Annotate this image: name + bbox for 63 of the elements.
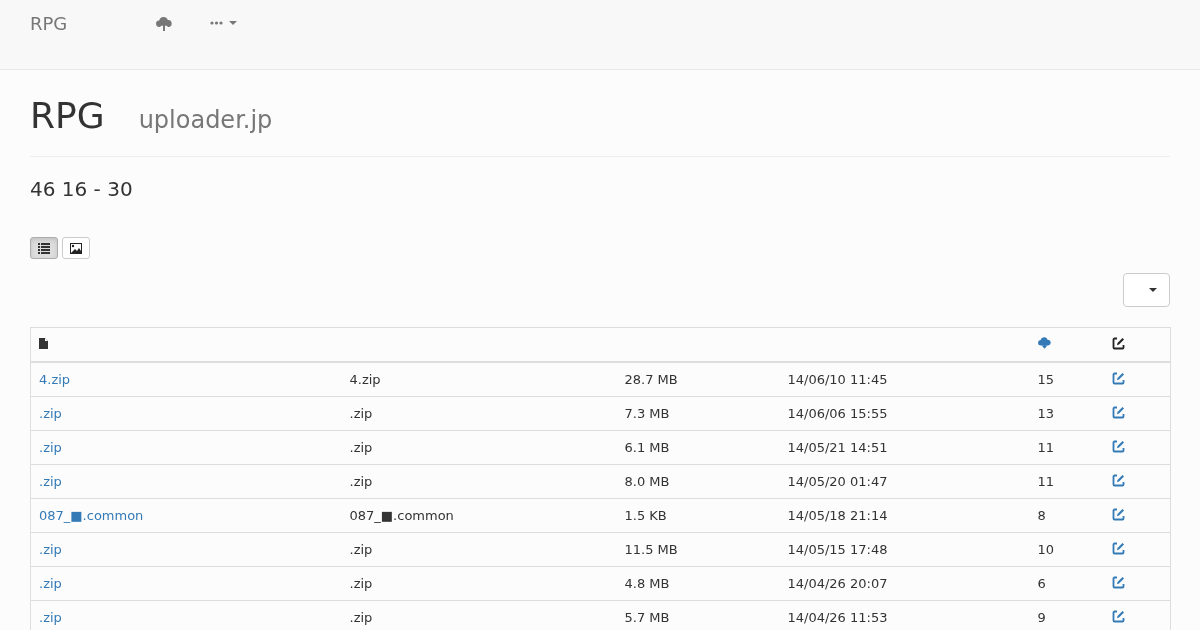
date-cell: 14/05/15 17:48 [779, 532, 1030, 567]
cloud-download-icon [1037, 337, 1051, 349]
file-link[interactable]: 4.zip [39, 372, 71, 387]
date-cell: 14/05/21 14:51 [779, 430, 1030, 465]
edit-icon [1111, 507, 1125, 521]
caret-icon [229, 21, 237, 25]
file-link[interactable]: .zip [39, 610, 62, 625]
file-size-cell: 7.3 MB [616, 396, 780, 431]
file-name-cell: .zip [341, 532, 617, 567]
view-toggle-button[interactable] [62, 237, 90, 259]
file-link[interactable]: .zip [39, 406, 62, 421]
date-cell: 14/05/20 01:47 [779, 464, 1030, 499]
file-name-cell: .zip [341, 566, 617, 601]
file-count-summary: 46 16 - 30 [30, 177, 134, 201]
edit-icon [1111, 336, 1125, 350]
file-size-cell: 5.7 MB [616, 600, 780, 630]
file-name-cell: 4.zip [341, 362, 617, 397]
list-icon [38, 242, 50, 254]
edit-icon [1111, 541, 1125, 555]
date-cell: 14/05/18 21:14 [779, 498, 1030, 533]
download-count-cell: 9 [1029, 600, 1104, 630]
upload-icon[interactable] [156, 17, 172, 31]
file-size-cell: 1.5 KB [616, 498, 780, 533]
file-link[interactable]: 087_■.common [39, 508, 144, 523]
edit-icon [1111, 473, 1125, 487]
edit-icon [1111, 439, 1125, 453]
date-cell: 14/04/26 11:53 [779, 600, 1030, 630]
view-toggle-button[interactable] [30, 237, 58, 259]
file-link[interactable]: .zip [39, 576, 62, 591]
picture-icon [70, 242, 82, 254]
date-cell: 14/06/06 15:55 [779, 396, 1030, 431]
download-count-cell: 10 [1029, 532, 1104, 567]
file-size-cell: 8.0 MB [616, 464, 780, 499]
download-count-cell: 11 [1029, 464, 1104, 499]
file-size-cell: 11.5 MB [616, 532, 780, 567]
download-count-cell: 11 [1029, 430, 1104, 465]
download-count-cell: 15 [1029, 362, 1104, 397]
file-link[interactable]: .zip [39, 542, 62, 557]
file-name-cell: .zip [341, 430, 617, 465]
file-name-cell: 087_■.common [341, 498, 617, 533]
file-name-cell: .zip [341, 396, 617, 431]
page-subtitle: uploader.jp [138, 106, 273, 134]
edit-icon [1111, 609, 1125, 623]
edit-icon [1111, 405, 1125, 419]
download-count-cell: 13 [1029, 396, 1104, 431]
page-title: RPG [30, 94, 105, 138]
file-size-cell: 28.7 MB [616, 362, 780, 397]
dots-icon [210, 21, 223, 25]
download-count-cell: 6 [1029, 566, 1104, 601]
file-link[interactable]: .zip [39, 440, 62, 455]
edit-icon [1111, 575, 1125, 589]
brand-name[interactable]: RPG [30, 13, 156, 35]
file-name-cell: .zip [341, 464, 617, 499]
date-cell: 14/06/10 11:45 [779, 362, 1030, 397]
caret-icon [1149, 288, 1157, 292]
file-name-cell: .zip [341, 600, 617, 630]
file-size-cell: 4.8 MB [616, 566, 780, 601]
file-link[interactable]: .zip [39, 474, 62, 489]
file-size-cell: 6.1 MB [616, 430, 780, 465]
download-count-cell: 8 [1029, 498, 1104, 533]
date-cell: 14/04/26 20:07 [779, 566, 1030, 601]
edit-icon [1111, 371, 1125, 385]
file-icon [39, 338, 48, 349]
